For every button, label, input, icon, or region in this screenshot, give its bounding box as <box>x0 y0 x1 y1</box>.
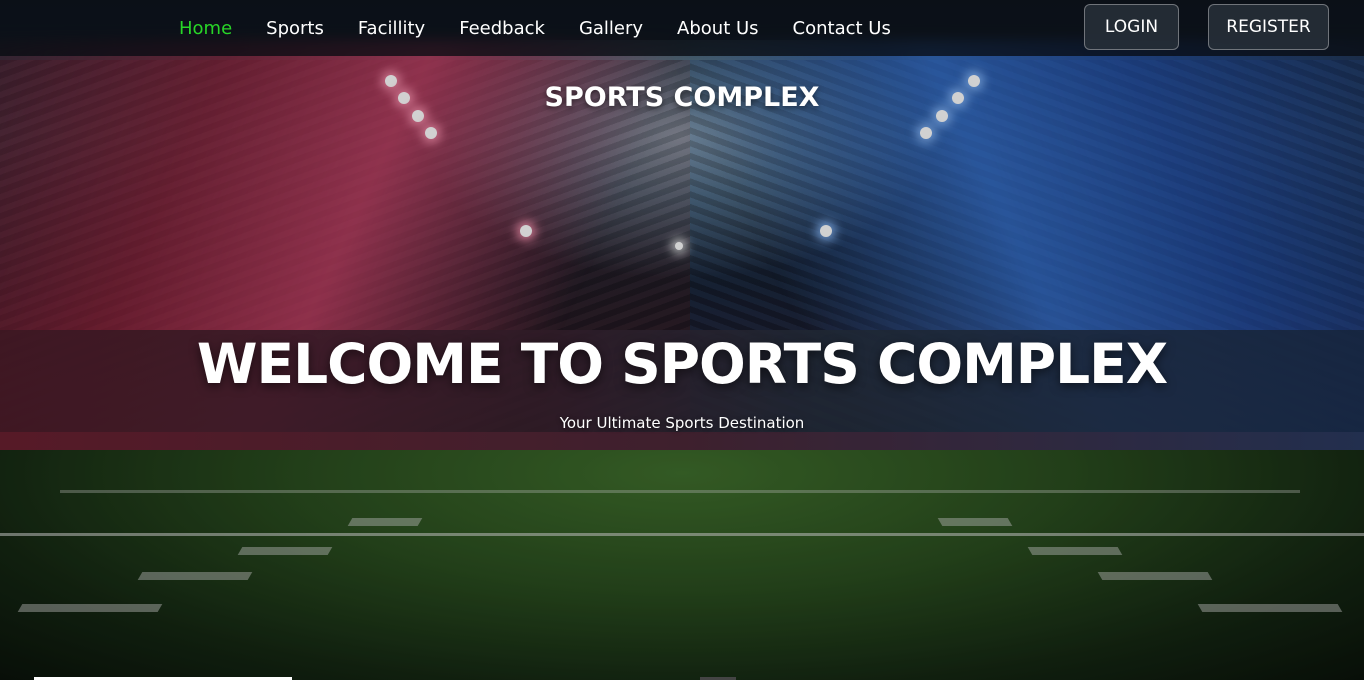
nav-link-feedback[interactable]: Feedback <box>459 18 545 39</box>
nav-link-facility[interactable]: Facillity <box>358 18 425 39</box>
nav-link-gallery[interactable]: Gallery <box>579 18 643 39</box>
register-button[interactable]: REGISTER <box>1208 4 1329 50</box>
nav-links: Home Sports Facillity Feedback Gallery A… <box>179 0 925 56</box>
nav-link-sports[interactable]: Sports <box>266 18 324 39</box>
nav-link-home[interactable]: Home <box>179 18 232 39</box>
nav-link-contact-us[interactable]: Contact Us <box>793 18 891 39</box>
hero-heading: WELCOME TO SPORTS COMPLEX <box>196 332 1168 396</box>
nav-link-about-us[interactable]: About Us <box>677 18 759 39</box>
brand-title: SPORTS COMPLEX <box>544 82 820 113</box>
login-button[interactable]: LOGIN <box>1084 4 1179 50</box>
top-navbar: Home Sports Facillity Feedback Gallery A… <box>0 0 1364 56</box>
hero-tagline: Your Ultimate Sports Destination <box>559 414 805 432</box>
